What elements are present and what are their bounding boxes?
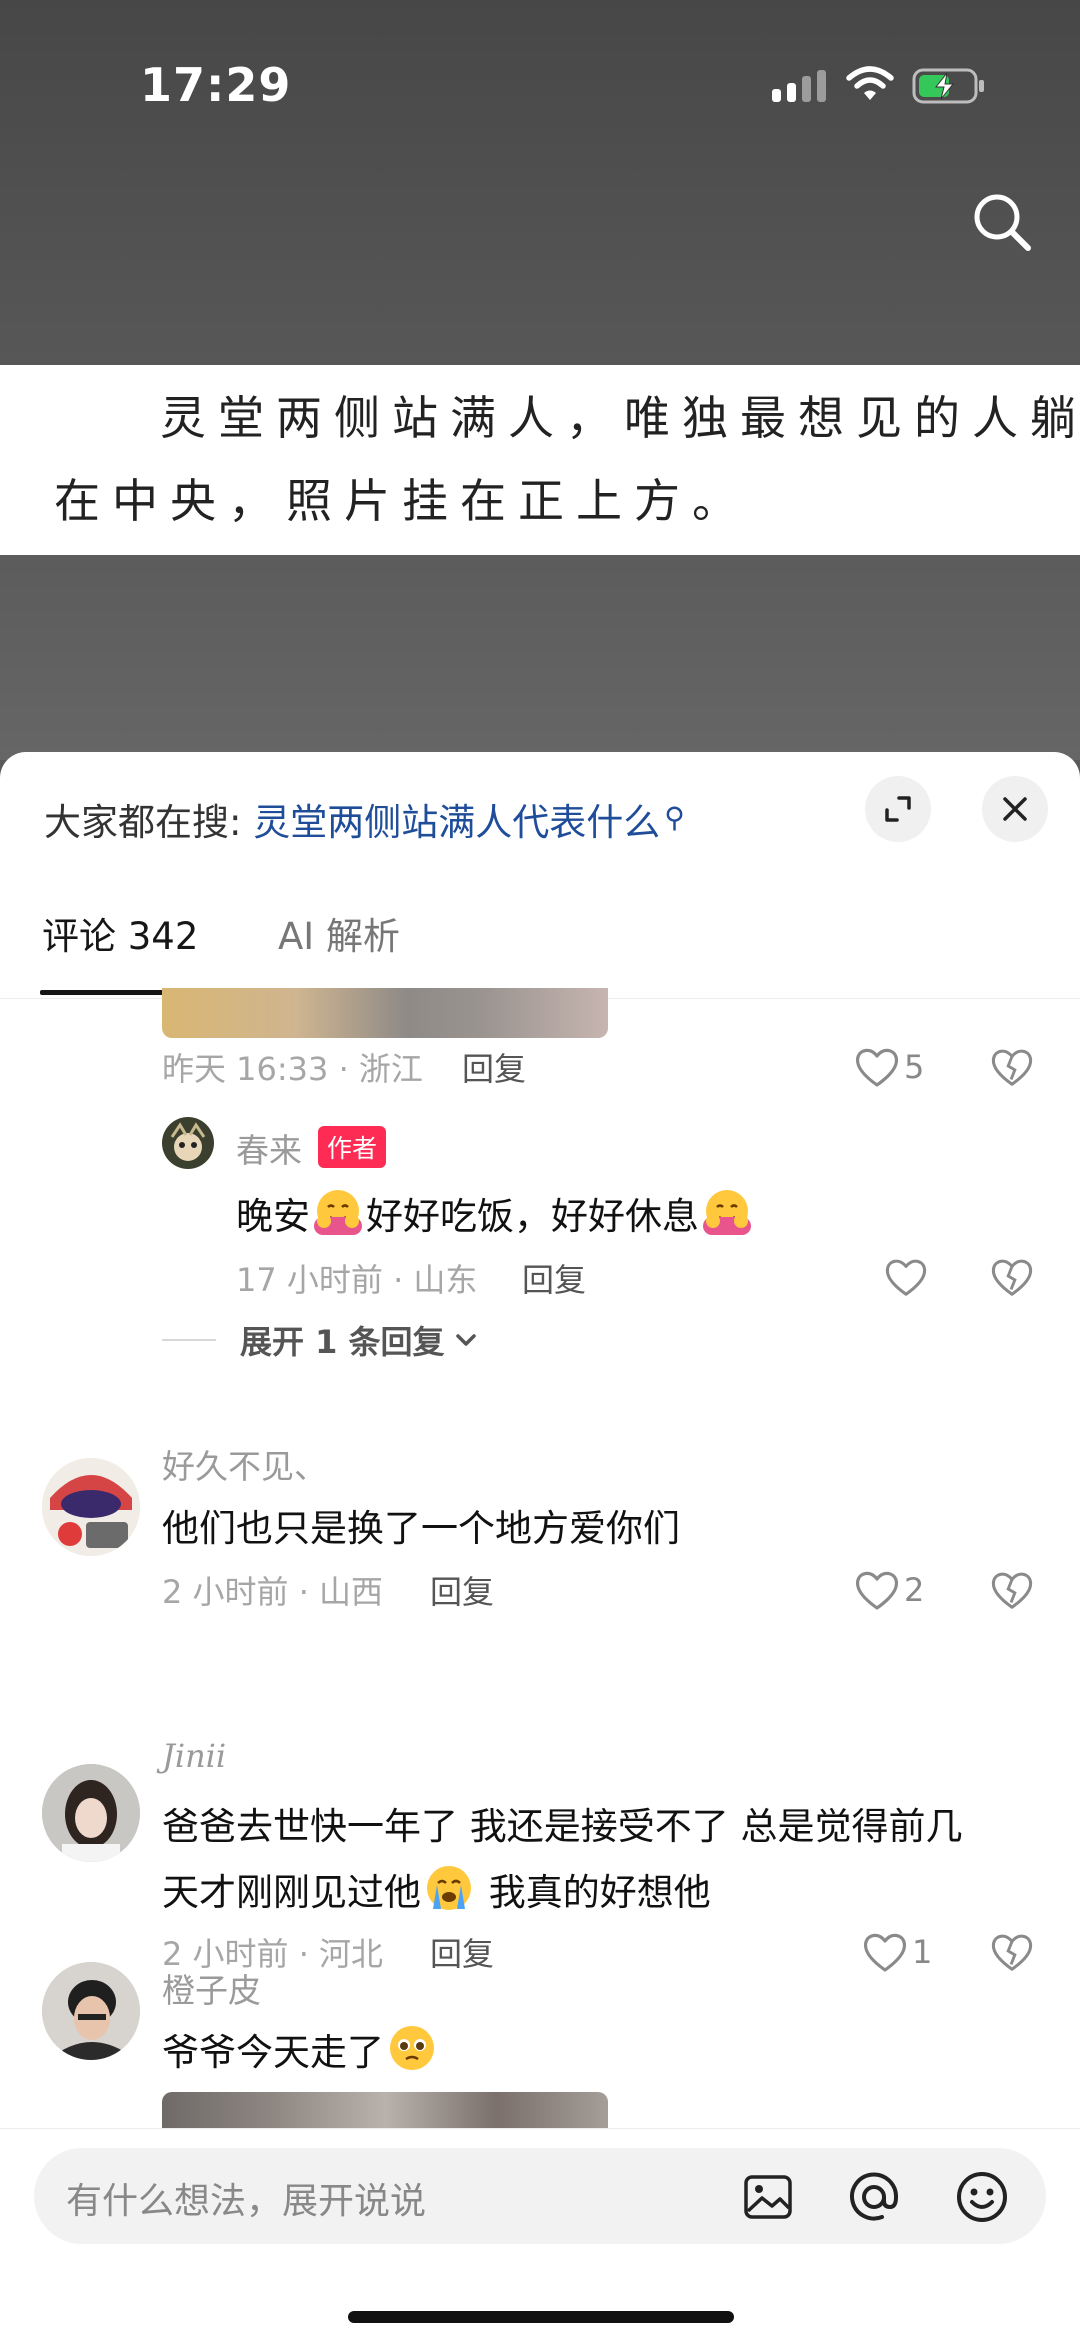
commenter-name[interactable]: 好久不见、	[162, 1440, 327, 1488]
caption-line-2: 在中央，照片挂在正上方。	[54, 474, 750, 528]
expand-replies-button[interactable]: 展开 1 条回复	[162, 1317, 481, 1363]
reply-text-part2: 好好吃饭，好好休息	[366, 1195, 699, 1238]
comment-image-partial[interactable]	[162, 2092, 608, 2132]
status-time: 17:29	[140, 58, 292, 112]
comment-text: 爷爷今天走了	[162, 2022, 440, 2082]
broken-heart-icon[interactable]	[990, 1569, 1034, 1611]
comment-panel: 大家都在搜: 灵堂两侧站满人代表什么 ⚲ 评论 342 AI 解析 昨天 16:3…	[0, 752, 1080, 2348]
like-button[interactable]: 2	[854, 1567, 924, 1613]
comment-text-part: 天才刚刚见过他	[162, 1871, 421, 1914]
wifi-icon	[846, 66, 894, 100]
close-icon	[1003, 797, 1027, 821]
chevron-down-icon	[455, 1334, 476, 1346]
heart-icon	[855, 1048, 899, 1087]
comment-image-partial[interactable]	[162, 988, 608, 1038]
signal-icon	[772, 70, 828, 102]
status-bar: 17:29	[0, 0, 1080, 180]
hot-search-suggestion[interactable]: 大家都在搜: 灵堂两侧站满人代表什么 ⚲	[44, 792, 685, 846]
pleading-emoji-icon	[386, 2023, 438, 2082]
tab-ai-analysis[interactable]: AI 解析	[278, 906, 400, 960]
avatar[interactable]	[42, 1962, 140, 2060]
crying-emoji-icon	[423, 1863, 475, 1922]
avatar[interactable]	[42, 1764, 140, 1862]
hug-emoji-icon	[312, 1187, 364, 1246]
reply-button[interactable]: 回复	[430, 1567, 494, 1613]
reply-button[interactable]: 回复	[522, 1255, 586, 1301]
hot-search-prefix: 大家都在搜:	[44, 801, 242, 844]
broken-heart-icon[interactable]	[990, 1256, 1034, 1298]
image-icon[interactable]	[742, 2171, 794, 2223]
comment-text-line1: 爸爸去世快一年了 我还是接受不了 总是觉得前几	[162, 1805, 963, 1848]
home-indicator	[348, 2311, 734, 2323]
search-icon[interactable]	[968, 188, 1038, 258]
close-button[interactable]	[982, 776, 1048, 842]
comment-meta: 2 小时前 · 山西	[162, 1573, 384, 1611]
comment-text-line2: 天才刚刚见过他 我真的好想他	[162, 1862, 711, 1922]
expand-button[interactable]	[865, 776, 931, 842]
author-avatar[interactable]	[162, 1117, 214, 1169]
reply-text: 晚安 好好吃饭，好好休息	[236, 1186, 755, 1246]
comment-input-bar: 有什么想法，展开说说	[0, 2128, 1080, 2348]
reply-button[interactable]: 回复	[430, 1929, 494, 1975]
hot-search-magnifier-icon: ⚲	[664, 801, 685, 834]
comment-input-placeholder: 有什么想法，展开说说	[66, 2181, 427, 2222]
like-count: 5	[904, 1048, 925, 1086]
commenter-name[interactable]: 橙子皮	[162, 1964, 261, 2012]
caption-line-1: 灵堂两侧站满人，唯独最想见的人躺	[160, 391, 1080, 445]
avatar[interactable]	[42, 1458, 140, 1556]
like-button[interactable]: 5	[854, 1044, 924, 1090]
comment-meta: 昨天 16:33 · 浙江	[162, 1050, 423, 1088]
like-count: 2	[904, 1571, 925, 1609]
expand-icon	[885, 796, 911, 822]
hug-emoji-icon	[701, 1187, 753, 1246]
comment-text: 他们也只是换了一个地方爱你们	[162, 1507, 680, 1550]
hot-search-term[interactable]: 灵堂两侧站满人代表什么	[253, 801, 660, 844]
comment-text-part: 我真的好想他	[488, 1871, 711, 1914]
battery-charging-icon	[912, 68, 984, 104]
heart-icon	[863, 1933, 907, 1972]
author-name[interactable]: 春来	[236, 1124, 302, 1172]
video-caption: 灵堂两侧站满人，唯独最想见的人躺 在中央，照片挂在正上方。	[0, 365, 1080, 555]
comment-tabs: 评论 342 AI 解析	[0, 892, 1080, 999]
heart-icon	[855, 1571, 899, 1610]
at-icon[interactable]	[846, 2169, 902, 2225]
commenter-name[interactable]: Jinii	[162, 1737, 226, 1775]
divider	[162, 1339, 216, 1341]
like-count: 1	[912, 1933, 933, 1971]
reply-meta: 17 小时前 · 山东	[236, 1261, 478, 1299]
smiley-icon[interactable]	[954, 2169, 1010, 2225]
broken-heart-icon[interactable]	[990, 1046, 1034, 1088]
heart-icon[interactable]	[884, 1256, 928, 1298]
author-badge: 作者	[318, 1126, 387, 1168]
broken-heart-icon[interactable]	[990, 1931, 1034, 1973]
expand-replies-label: 展开 1 条回复	[240, 1323, 445, 1361]
tab-comments[interactable]: 评论 342	[42, 906, 198, 960]
comment-text-part: 爷爷今天走了	[162, 2031, 384, 2074]
reply-text-part1: 晚安	[236, 1195, 310, 1238]
like-button[interactable]: 1	[862, 1929, 932, 1975]
reply-button[interactable]: 回复	[462, 1044, 526, 1090]
